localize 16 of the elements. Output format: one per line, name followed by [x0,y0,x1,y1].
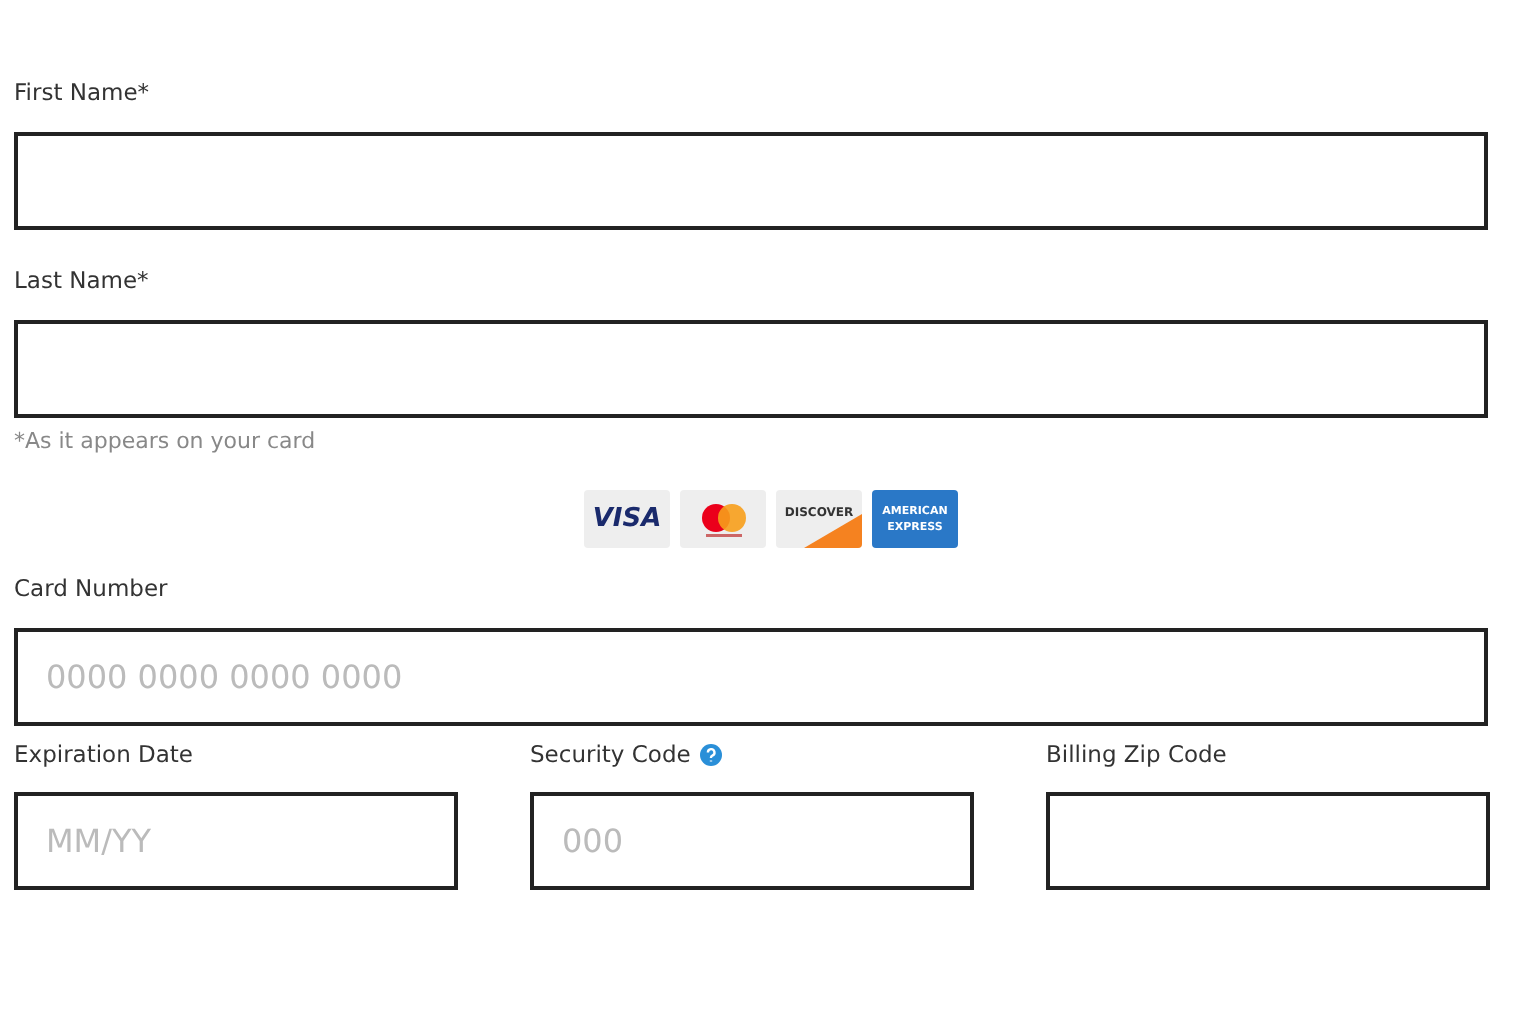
visa-card-logo: VISA [584,490,670,548]
field-label: Expiration Date [14,738,194,770]
text-input-field[interactable]: 000 [530,792,974,890]
mastercard-logo-icon [680,490,766,548]
text-input-field[interactable]: MM/YY [14,792,458,890]
field-label: Card Number [14,572,170,604]
field-label: Billing Zip Code [1046,738,1227,770]
card-number-field[interactable]: 0000 0000 0000 0000 [14,628,1488,726]
text-input-field[interactable] [14,320,1488,418]
text-input-field[interactable] [14,132,1488,230]
field-label: First Name* [14,76,152,108]
help-icon[interactable] [700,743,723,765]
text-input-field[interactable] [1046,792,1490,890]
hint-text: *As it appears on your card [14,428,318,454]
field-label: Security Code [530,738,691,770]
field-label: Last Name* [14,264,151,296]
